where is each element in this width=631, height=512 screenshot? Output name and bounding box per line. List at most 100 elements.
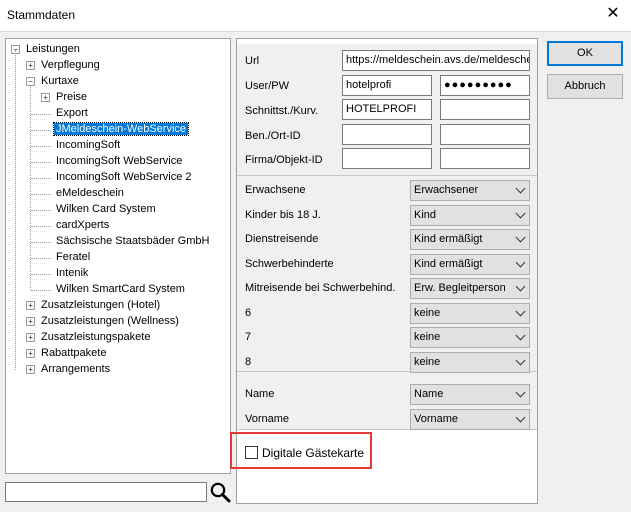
- category-dropdown[interactable]: Kind: [410, 204, 530, 226]
- expand-icon[interactable]: +: [26, 349, 35, 358]
- tree-item[interactable]: IncomingSoft WebService 2: [54, 170, 194, 185]
- chevron-down-icon: [515, 387, 526, 398]
- tree-item[interactable]: Wilken SmartCard System: [54, 282, 187, 297]
- category-label: 8: [245, 355, 252, 368]
- tree-item[interactable]: Intenik: [54, 266, 90, 281]
- tree-item-label: Rabattpakete: [41, 347, 107, 359]
- tree-item[interactable]: Kurtaxe: [39, 74, 81, 89]
- tree-item[interactable]: JMeldeschein-WebService: [52, 122, 190, 137]
- category-dropdown[interactable]: Kind ermäßigt: [410, 253, 530, 275]
- category-label: 7: [245, 331, 252, 343]
- tree-item[interactable]: Preise: [54, 90, 89, 105]
- category-value: Kind: [414, 208, 437, 221]
- firma-objekt-id-label: Firma/Objekt-ID: [245, 154, 323, 166]
- tree-item[interactable]: IncomingSoft WebService: [54, 154, 184, 169]
- category-label: 6: [245, 306, 252, 319]
- password-field[interactable]: ●●●●●●●●●: [440, 75, 530, 96]
- tree-item[interactable]: Zusatzleistungen (Wellness): [39, 314, 181, 329]
- expand-icon[interactable]: +: [41, 93, 50, 102]
- tree-item-label: Feratel: [56, 251, 91, 263]
- category-dropdown[interactable]: keine: [410, 351, 530, 373]
- tree-item[interactable]: IncomingSoft: [54, 138, 122, 153]
- chevron-down-icon: [515, 306, 526, 316]
- tree-connector: [31, 210, 51, 211]
- tree-item-label: IncomingSoft WebService: [56, 155, 183, 167]
- expand-icon[interactable]: +: [26, 317, 35, 326]
- expand-icon[interactable]: +: [26, 61, 35, 70]
- tree-item[interactable]: Leistungen: [24, 42, 82, 57]
- category-dropdown[interactable]: Erw. Begleitperson: [410, 278, 530, 299]
- chevron-down-icon: [515, 355, 526, 365]
- tree-item-label: Zusatzleistungen (Hotel): [41, 299, 161, 311]
- tree-item[interactable]: Zusatzleistungen (Hotel): [39, 298, 162, 313]
- ben-ort-id-field-2[interactable]: [440, 124, 530, 145]
- window-title: Stammdaten: [7, 8, 76, 22]
- name-mapping-dropdown[interactable]: Name: [410, 384, 530, 405]
- tree-item[interactable]: Verpflegung: [39, 58, 102, 73]
- tree-item-label: Sächsische Staatsbäder GmbH: [56, 235, 210, 247]
- category-value: Kind ermäßigt: [414, 257, 483, 270]
- category-label: Mitreisende bei Schwerbehind.: [245, 282, 396, 294]
- tree-item[interactable]: Wilken Card System: [54, 202, 158, 217]
- name-mapping-label: Name: [245, 388, 275, 400]
- tree-item[interactable]: Feratel: [54, 250, 92, 265]
- tree-item-label: IncomingSoft: [56, 139, 121, 151]
- close-icon[interactable]: ✕: [603, 4, 623, 24]
- tree-item[interactable]: Export: [54, 106, 90, 121]
- category-dropdown[interactable]: Erwachsener: [410, 180, 530, 201]
- tree-connector: [31, 226, 51, 227]
- expand-icon[interactable]: +: [26, 333, 35, 342]
- user-pw-label: User/PW: [245, 80, 289, 92]
- tree-item[interactable]: Zusatzleistungspakete: [39, 330, 152, 345]
- name-mapping-value: Name: [414, 388, 444, 400]
- category-dropdown[interactable]: keine: [410, 327, 530, 348]
- name-mapping-label: Vorname: [245, 412, 290, 425]
- interface-field-2[interactable]: [440, 99, 530, 120]
- tree-guide-line: [15, 50, 16, 370]
- tree-connector: [31, 114, 51, 115]
- user-field[interactable]: hotelprofi: [342, 75, 432, 96]
- chevron-down-icon: [515, 183, 526, 194]
- firma-objekt-id-field[interactable]: [342, 148, 432, 169]
- tree-connector: [31, 146, 51, 147]
- tree-item-label: Preise: [56, 91, 88, 103]
- tree-item-label: JMeldeschein-WebService: [52, 122, 190, 136]
- search-input[interactable]: [5, 482, 207, 502]
- tree-connector: [31, 290, 51, 291]
- chevron-down-icon: [515, 281, 526, 292]
- firma-objekt-id-field-2[interactable]: [440, 148, 530, 169]
- category-dropdown[interactable]: keine: [410, 302, 530, 324]
- chevron-down-icon: [515, 330, 526, 341]
- tree-item-label: Zusatzleistungen (Wellness): [41, 315, 179, 327]
- cancel-button[interactable]: Abbruch: [547, 74, 623, 99]
- search-icon[interactable]: [209, 481, 231, 503]
- category-value: keine: [414, 331, 441, 343]
- tree-item[interactable]: eMeldeschein: [54, 186, 126, 201]
- tree-item[interactable]: Sächsische Staatsbäder GmbH: [54, 234, 211, 249]
- category-value: keine: [414, 355, 441, 368]
- category-dropdown[interactable]: Kind ermäßigt: [410, 229, 530, 250]
- tree-item-label: IncomingSoft WebService 2: [56, 171, 192, 183]
- tree-item-label: Export: [56, 107, 88, 119]
- tree-item[interactable]: Arrangements: [39, 362, 112, 377]
- url-field[interactable]: https://meldeschein.avs.de/meldeschein: [342, 50, 530, 71]
- tree-connector: [31, 274, 51, 275]
- navigation-tree[interactable]: Leistungen − Verpflegung + Kurtaxe − Preise + Ex…: [5, 38, 231, 474]
- title-bar: Stammdaten ✕: [0, 0, 631, 31]
- category-value: keine: [414, 306, 441, 319]
- tree-connector: [31, 242, 51, 243]
- ben-ort-id-field[interactable]: [342, 124, 432, 145]
- expand-icon[interactable]: +: [26, 365, 35, 374]
- category-label: Dienstreisende: [245, 233, 319, 245]
- interface-field[interactable]: HOTELPROFI: [342, 99, 432, 120]
- tree-item-label: eMeldeschein: [56, 187, 124, 199]
- name-mapping-dropdown[interactable]: Vorname: [410, 408, 530, 430]
- tree-connector: [31, 258, 51, 259]
- tree-item[interactable]: cardXperts: [54, 218, 111, 233]
- tree-item[interactable]: Rabattpakete: [39, 346, 108, 361]
- ben-ort-id-label: Ben./Ort-ID: [245, 130, 301, 142]
- ok-button[interactable]: OK: [547, 41, 623, 66]
- tree-item-label: Intenik: [56, 267, 89, 279]
- expand-icon[interactable]: +: [26, 301, 35, 310]
- interface-label: Schnittst./Kurv.: [245, 105, 319, 117]
